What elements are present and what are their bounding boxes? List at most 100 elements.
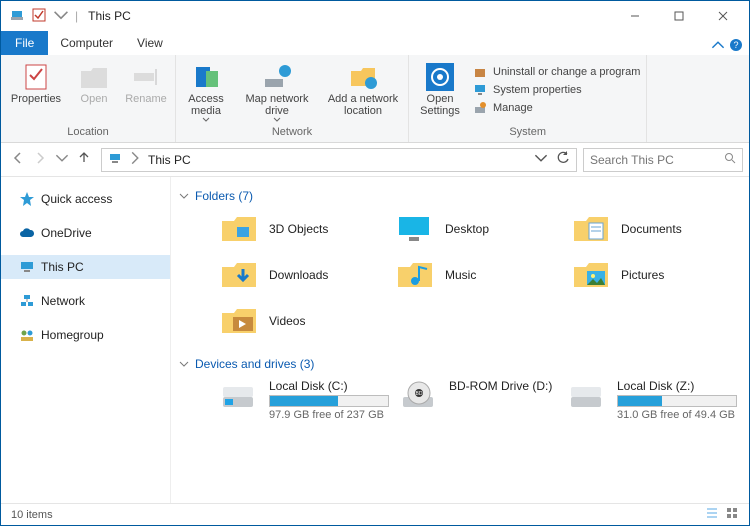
folder-desktop[interactable]: Desktop (395, 211, 561, 247)
drive-name: Local Disk (C:) (269, 379, 389, 393)
tab-file[interactable]: File (1, 31, 48, 55)
section-folders-header[interactable]: Folders (7) (179, 189, 737, 203)
tab-computer[interactable]: Computer (48, 31, 125, 55)
chevron-down-icon (273, 117, 281, 123)
access-media-button[interactable]: Access media (182, 61, 230, 123)
close-button[interactable] (701, 1, 745, 31)
refresh-button[interactable] (556, 151, 570, 168)
drive-d[interactable]: BD BD-ROM Drive (D:) (399, 379, 557, 421)
drive-info: 31.0 GB free of 49.4 GB (617, 409, 737, 421)
chevron-down-icon (202, 117, 210, 123)
folder-icon (219, 211, 259, 247)
recent-dropdown[interactable] (55, 151, 69, 168)
sidebar: Quick access OneDrive This PC Network Ho… (1, 177, 171, 503)
network-icon (19, 293, 35, 309)
drive-name: Local Disk (Z:) (617, 379, 737, 393)
breadcrumb-sep-icon[interactable] (128, 151, 142, 168)
uninstall-program-button[interactable]: Uninstall or change a program (473, 65, 640, 79)
folders-grid: 3D Objects Desktop Documents Downloads M… (219, 211, 737, 339)
ribbon-group-network: Access media Map network drive Add a net… (176, 55, 409, 142)
search-input[interactable] (590, 153, 710, 167)
cloud-icon (19, 225, 35, 241)
folder-3d-objects[interactable]: 3D Objects (219, 211, 385, 247)
bd-drive-icon: BD (399, 379, 439, 415)
help-icon[interactable]: ? (729, 38, 743, 55)
sidebar-item-onedrive[interactable]: OneDrive (1, 221, 170, 245)
ribbon-group-label: System (415, 124, 640, 142)
rename-button[interactable]: Rename (123, 61, 169, 105)
map-network-drive-button[interactable]: Map network drive (238, 61, 316, 123)
pc-icon (108, 151, 122, 168)
box-icon (473, 65, 487, 79)
usage-bar (617, 395, 737, 407)
breadcrumb[interactable]: This PC (148, 153, 191, 167)
ribbon: Properties Open Rename Location Access m… (1, 55, 749, 143)
folder-downloads[interactable]: Downloads (219, 257, 385, 293)
app-icon (9, 7, 25, 26)
details-view-button[interactable] (705, 506, 719, 523)
properties-button[interactable]: Properties (7, 61, 65, 105)
chevron-down-icon (179, 359, 189, 369)
folder-icon (219, 257, 259, 293)
maximize-button[interactable] (657, 1, 701, 31)
status-bar: 10 items (1, 503, 749, 525)
chevron-down-icon (179, 191, 189, 201)
folder-icon (219, 303, 259, 339)
qat-properties-icon[interactable] (31, 7, 47, 26)
homegroup-icon (19, 327, 35, 343)
folder-music[interactable]: Music (395, 257, 561, 293)
address-bar[interactable]: This PC (101, 148, 577, 172)
forward-button[interactable] (33, 151, 47, 168)
main-area: Quick access OneDrive This PC Network Ho… (1, 177, 749, 503)
star-icon (19, 191, 35, 207)
drive-name: BD-ROM Drive (D:) (449, 379, 552, 393)
manage-button[interactable]: Manage (473, 101, 640, 115)
pc-icon (19, 259, 35, 275)
search-box[interactable] (583, 148, 743, 172)
qat-dropdown-icon[interactable] (53, 7, 69, 26)
drive-z[interactable]: Local Disk (Z:) 31.0 GB free of 49.4 GB (567, 379, 737, 421)
disk-icon (219, 379, 259, 415)
minimize-button[interactable] (613, 1, 657, 31)
section-drives-header[interactable]: Devices and drives (3) (179, 357, 737, 371)
title-bar: | This PC (1, 1, 749, 31)
ribbon-collapse-icon[interactable] (711, 38, 725, 55)
add-network-location-button[interactable]: Add a network location (324, 61, 402, 117)
desktop-icon (395, 211, 435, 247)
usage-bar (269, 395, 389, 407)
folder-icon (571, 211, 611, 247)
sidebar-item-network[interactable]: Network (1, 289, 170, 313)
system-properties-button[interactable]: System properties (473, 83, 640, 97)
ribbon-group-label: Network (182, 124, 402, 142)
search-icon[interactable] (724, 152, 736, 167)
large-icons-view-button[interactable] (725, 506, 739, 523)
sidebar-item-quick-access[interactable]: Quick access (1, 187, 170, 211)
sidebar-item-homegroup[interactable]: Homegroup (1, 323, 170, 347)
sidebar-item-this-pc[interactable]: This PC (1, 255, 170, 279)
folder-videos[interactable]: Videos (219, 303, 385, 339)
address-dropdown-icon[interactable] (534, 151, 548, 168)
folder-documents[interactable]: Documents (571, 211, 737, 247)
up-button[interactable] (77, 151, 91, 168)
ribbon-group-location: Properties Open Rename Location (1, 55, 176, 142)
ribbon-tabs: File Computer View ? (1, 31, 749, 55)
open-settings-button[interactable]: Open Settings (415, 61, 465, 117)
ribbon-group-system: Open Settings Uninstall or change a prog… (409, 55, 647, 142)
drive-c[interactable]: Local Disk (C:) 97.9 GB free of 237 GB (219, 379, 389, 421)
ribbon-group-label: Location (7, 124, 169, 142)
drives-grid: Local Disk (C:) 97.9 GB free of 237 GB B… (219, 379, 737, 421)
drive-info: 97.9 GB free of 237 GB (269, 409, 389, 421)
svg-text:?: ? (733, 40, 738, 50)
back-button[interactable] (11, 151, 25, 168)
open-button[interactable]: Open (73, 61, 115, 105)
window-title: This PC (78, 9, 613, 23)
folder-icon (571, 257, 611, 293)
manage-icon (473, 101, 487, 115)
content-pane: Folders (7) 3D Objects Desktop Documents… (171, 177, 749, 503)
tab-view[interactable]: View (125, 31, 175, 55)
folder-icon (395, 257, 435, 293)
folder-pictures[interactable]: Pictures (571, 257, 737, 293)
disk-icon (567, 379, 607, 415)
svg-text:BD: BD (416, 391, 423, 397)
monitor-icon (473, 83, 487, 97)
